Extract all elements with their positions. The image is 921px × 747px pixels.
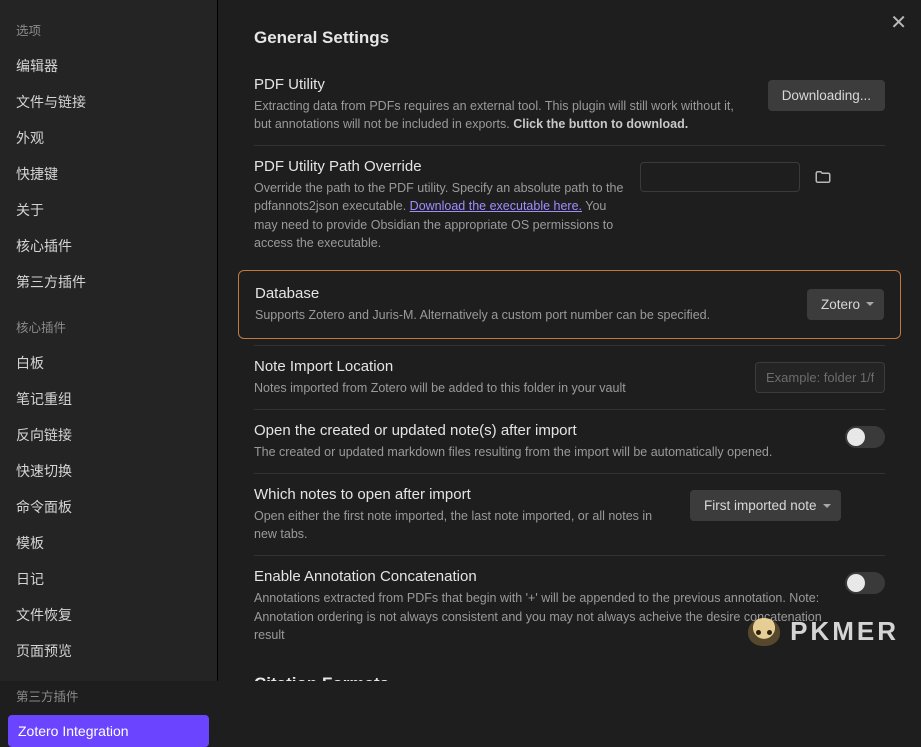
concat-toggle[interactable] <box>845 572 885 594</box>
setting-name: Which notes to open after import <box>254 486 674 503</box>
setting-name: Note Import Location <box>254 358 739 375</box>
section-citation-formats: Citation Formats <box>254 674 885 681</box>
download-exe-link[interactable]: Download the executable here. <box>410 199 582 213</box>
setting-name: Open the created or updated note(s) afte… <box>254 422 829 439</box>
sidebar-item-editor[interactable]: 编辑器 <box>0 49 217 83</box>
sidebar-section-community: 第三方插件 <box>0 680 217 713</box>
note-location-input[interactable] <box>755 362 885 393</box>
download-button[interactable]: Downloading... <box>768 80 885 111</box>
sidebar-item-templates[interactable]: 模板 <box>0 526 217 560</box>
setting-pdf-utility: PDF Utility Extracting data from PDFs re… <box>254 76 885 145</box>
settings-sidebar: 选项 编辑器 文件与链接 外观 快捷键 关于 核心插件 第三方插件 核心插件 白… <box>0 0 218 681</box>
setting-desc: Supports Zotero and Juris-M. Alternative… <box>255 306 791 324</box>
setting-pdf-path-override: PDF Utility Path Override Override the p… <box>254 145 885 264</box>
setting-desc: The created or updated markdown files re… <box>254 443 829 461</box>
setting-desc: Override the path to the PDF utility. Sp… <box>254 179 624 252</box>
close-icon[interactable]: ✕ <box>890 10 907 35</box>
sidebar-item-hotkeys[interactable]: 快捷键 <box>0 157 217 191</box>
sidebar-item-backlinks[interactable]: 反向链接 <box>0 418 217 452</box>
sidebar-item-community-plugins[interactable]: 第三方插件 <box>0 265 217 299</box>
sidebar-item-command-palette[interactable]: 命令面板 <box>0 490 217 524</box>
setting-desc: Notes imported from Zotero will be added… <box>254 379 739 397</box>
setting-desc: Open either the first note imported, the… <box>254 507 674 543</box>
database-select[interactable]: Zotero <box>807 289 884 320</box>
sidebar-item-page-preview[interactable]: 页面预览 <box>0 634 217 668</box>
watermark: PKMER <box>748 616 899 647</box>
setting-name: Enable Annotation Concatenation <box>254 568 829 585</box>
sidebar-item-core-plugins[interactable]: 核心插件 <box>0 229 217 263</box>
sidebar-section-options: 选项 <box>0 14 217 47</box>
sidebar-item-zotero-integration[interactable]: Zotero Integration <box>8 715 209 747</box>
page-title: General Settings <box>254 28 885 48</box>
pdf-path-input[interactable] <box>640 162 800 192</box>
folder-icon[interactable] <box>808 162 838 192</box>
pkmer-logo-icon <box>748 618 780 646</box>
sidebar-item-note-composer[interactable]: 笔记重组 <box>0 382 217 416</box>
setting-name: PDF Utility Path Override <box>254 158 624 175</box>
setting-database: Database Supports Zotero and Juris-M. Al… <box>238 270 901 339</box>
setting-note-import-location: Note Import Location Notes imported from… <box>254 345 885 409</box>
sidebar-item-appearance[interactable]: 外观 <box>0 121 217 155</box>
sidebar-item-about[interactable]: 关于 <box>0 193 217 227</box>
setting-open-after-import: Open the created or updated note(s) afte… <box>254 409 885 473</box>
setting-name: PDF Utility <box>254 76 752 93</box>
settings-main: ✕ General Settings PDF Utility Extractin… <box>218 0 921 681</box>
sidebar-item-daily-notes[interactable]: 日记 <box>0 562 217 596</box>
setting-name: Database <box>255 285 791 302</box>
setting-desc: Extracting data from PDFs requires an ex… <box>254 97 752 133</box>
sidebar-item-quick-switcher[interactable]: 快速切换 <box>0 454 217 488</box>
sidebar-item-canvas[interactable]: 白板 <box>0 346 217 380</box>
setting-which-notes: Which notes to open after import Open ei… <box>254 473 885 555</box>
setting-desc: Annotations extracted from PDFs that beg… <box>254 589 829 643</box>
sidebar-item-file-recovery[interactable]: 文件恢复 <box>0 598 217 632</box>
sidebar-section-core: 核心插件 <box>0 311 217 344</box>
sidebar-item-files-links[interactable]: 文件与链接 <box>0 85 217 119</box>
open-after-toggle[interactable] <box>845 426 885 448</box>
which-notes-select[interactable]: First imported note <box>690 490 841 521</box>
